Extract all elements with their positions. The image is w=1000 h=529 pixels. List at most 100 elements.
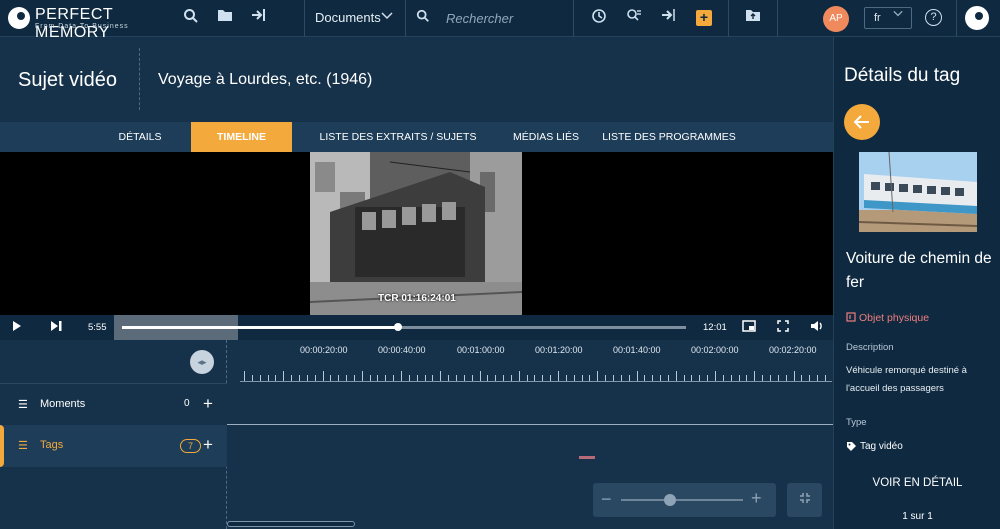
ruler-tick	[338, 375, 340, 381]
ruler-tick	[824, 375, 826, 381]
ruler-tick	[401, 371, 402, 381]
ruler-tick	[416, 375, 418, 381]
brand-logo[interactable]: PERFECT MEMORY From Data To Business	[8, 5, 168, 41]
progress-handle[interactable]	[394, 323, 403, 331]
ruler-tick	[275, 375, 277, 381]
ruler-tick	[244, 371, 245, 381]
track-label: Tags	[40, 439, 64, 451]
ruler-tick	[251, 375, 253, 381]
list-icon: ☰	[18, 440, 28, 452]
zoom-out-icon[interactable]: −	[601, 489, 612, 510]
create-plus-icon[interactable]: +	[696, 10, 712, 26]
tab-linked-media[interactable]: Médias liés	[505, 122, 587, 152]
duration: 12:01	[703, 322, 727, 333]
saved-search-icon[interactable]	[624, 8, 644, 28]
upload-folder-icon[interactable]	[743, 8, 763, 28]
chevron-down-icon[interactable]	[381, 9, 393, 24]
ruler-tick	[550, 375, 552, 381]
tab-details[interactable]: Détails	[100, 122, 180, 152]
tab-bar: Détails Timeline Liste des extraits / su…	[0, 122, 833, 173]
ruler-tick	[722, 375, 724, 381]
zoom-handle[interactable]	[663, 494, 676, 506]
ruler-tick	[636, 371, 638, 381]
help-icon[interactable]: ?	[925, 9, 942, 26]
tab-extracts[interactable]: Liste des extraits / sujets utilisés	[298, 122, 498, 173]
ruler-tick	[628, 375, 630, 381]
avatar[interactable]: AP	[823, 6, 849, 32]
tab-timeline[interactable]: Timeline	[191, 122, 292, 152]
pager: 1 sur 1	[902, 511, 933, 522]
ruler-tick	[471, 375, 473, 381]
ruler-tick	[612, 375, 614, 381]
progress-fill	[122, 326, 399, 329]
tag-marker[interactable]	[579, 456, 595, 459]
ruler-tick	[353, 375, 355, 381]
collapse-icon[interactable]	[787, 483, 822, 517]
page-subtitle: Voyage à Lourdes, etc. (1946)	[158, 71, 373, 88]
ruler-tick	[597, 371, 599, 381]
import-icon[interactable]	[249, 8, 269, 28]
selected-indicator	[0, 425, 4, 467]
zoom-slider[interactable]	[621, 494, 743, 506]
ruler-tick	[699, 375, 701, 381]
ruler-tick	[777, 375, 779, 381]
video-player[interactable]	[0, 152, 833, 315]
play-icon[interactable]	[12, 320, 22, 335]
ruler-label: 00:01:20:00	[535, 345, 583, 355]
search-icon[interactable]	[181, 8, 201, 28]
fullscreen-icon[interactable]	[777, 320, 789, 335]
ruler-tick	[589, 375, 591, 381]
ruler-tick	[267, 375, 269, 381]
next-frame-icon[interactable]	[50, 320, 63, 335]
ruler-tick	[675, 371, 677, 381]
ruler-tick	[510, 375, 512, 381]
search-input[interactable]	[446, 8, 566, 28]
add-moment-icon[interactable]: +	[203, 394, 213, 414]
toolbar-divider	[728, 0, 729, 37]
export-icon[interactable]	[659, 8, 679, 28]
ruler-tick	[715, 371, 716, 381]
ruler-tick	[479, 371, 481, 381]
type-label: Type	[846, 417, 867, 428]
description-value: Véhicule remorqué destiné à l'accueil de…	[846, 365, 967, 394]
progress-bar[interactable]	[122, 323, 686, 331]
ruler-tick	[440, 371, 442, 381]
ruler-tick	[691, 375, 693, 381]
expand-icon[interactable]: ◂▸	[190, 350, 214, 374]
video-frame[interactable]	[310, 152, 522, 315]
language-select[interactable]: fr	[864, 7, 912, 29]
back-button[interactable]	[844, 104, 880, 140]
add-tag-icon[interactable]: +	[203, 435, 213, 455]
tab-programs[interactable]: Liste des programmes	[598, 122, 740, 152]
ruler-tick	[581, 375, 583, 381]
ruler-tick	[620, 375, 622, 381]
brand-tagline: From Data To Business	[35, 23, 129, 30]
ruler-tick	[730, 375, 732, 381]
ruler-tick	[298, 375, 300, 381]
ruler-tick	[283, 371, 285, 381]
folder-icon[interactable]	[215, 8, 235, 28]
horizontal-scrollbar[interactable]	[227, 521, 355, 527]
ruler-tick	[683, 375, 685, 381]
chevron-down-icon[interactable]	[893, 8, 903, 21]
timeline-ruler[interactable]	[240, 368, 832, 382]
ruler-tick	[448, 375, 450, 381]
track-row-moments[interactable]: ☰ Moments 0 +	[0, 383, 227, 425]
toolbar-divider	[405, 0, 406, 37]
picture-in-picture-icon[interactable]	[742, 320, 756, 335]
history-icon[interactable]	[589, 8, 609, 28]
app-logo-icon[interactable]	[965, 6, 989, 30]
ruler-tick	[573, 375, 575, 381]
track-row-tags[interactable]: ☰ Tags 7 +	[0, 425, 227, 467]
type-value: Tag vidéo	[860, 441, 903, 452]
ruler-tick	[565, 375, 567, 381]
view-detail-button[interactable]: Voir en détail	[844, 477, 991, 495]
video-controls: 5:55 12:01	[0, 315, 833, 340]
volume-icon[interactable]	[810, 320, 824, 335]
zoom-in-icon[interactable]: +	[751, 488, 762, 509]
ruler-tick	[495, 375, 497, 381]
toolbar-divider	[573, 0, 574, 37]
ruler-label: 00:01:40:00	[613, 345, 661, 355]
documents-dropdown[interactable]: Documents	[315, 10, 381, 25]
tag-category-link[interactable]: Objet physique	[859, 312, 929, 324]
